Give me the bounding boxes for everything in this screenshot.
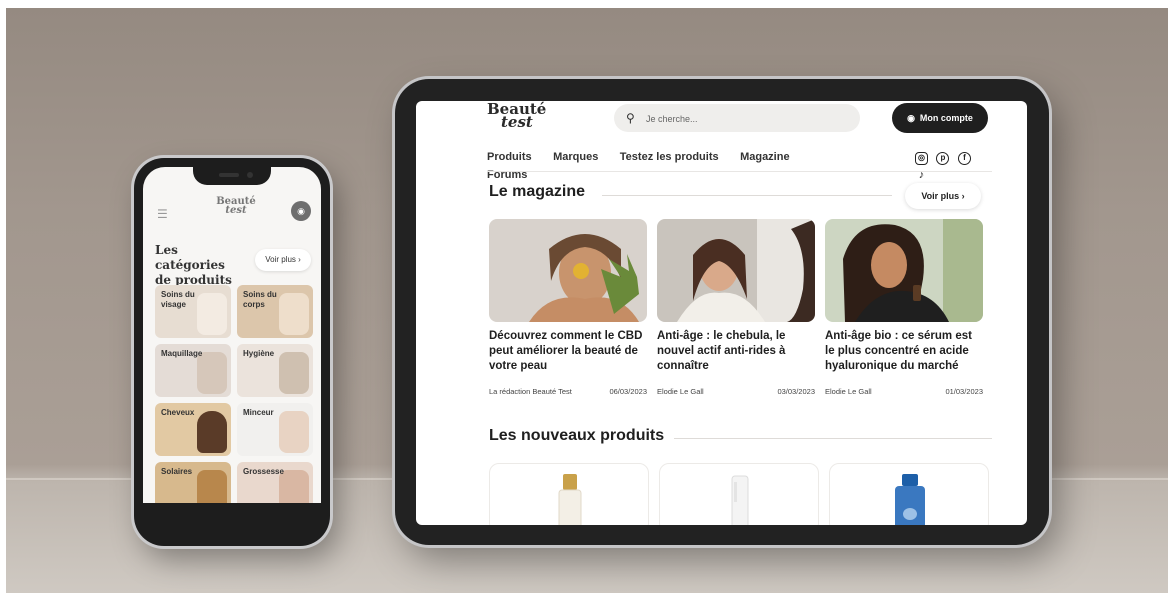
article-image [657, 219, 815, 322]
account-label: Mon compte [919, 113, 973, 123]
category-label: Cheveux [161, 408, 195, 417]
phone-logo[interactable]: Beauté test [211, 197, 261, 216]
categories-title: Les catégories de produits [155, 243, 232, 287]
article-card[interactable]: Découvrez comment le CBD peut améliorer … [489, 219, 647, 409]
product-card[interactable] [829, 463, 989, 525]
category-card-soins-corps[interactable]: Soins du corps [237, 285, 313, 338]
article-image [489, 219, 647, 322]
product-card[interactable] [489, 463, 649, 525]
article-image [825, 219, 983, 322]
category-label: Soins du visage [161, 290, 195, 309]
category-label: Soins du corps [243, 290, 277, 309]
model-image [279, 411, 309, 453]
article-date: 06/03/2023 [609, 387, 647, 396]
new-products-title: Les nouveaux produits [489, 427, 665, 444]
instagram-icon[interactable]: ◎ [915, 152, 928, 165]
social-links: ◎ p f ♪ [915, 147, 989, 181]
article-title: Anti-âge bio : ce sérum est le plus conc… [825, 330, 972, 372]
product-image [197, 352, 227, 394]
phone-notch [193, 167, 271, 185]
main-nav: Produits Marques Testez les produits Mag… [487, 147, 847, 181]
article-card[interactable]: Anti-âge bio : ce sérum est le plus conc… [825, 219, 983, 409]
voir-plus-button[interactable]: Voir plus › [905, 183, 981, 209]
magazine-title: Le magazine [489, 183, 586, 200]
category-card-hygiene[interactable]: Hygiène [237, 344, 313, 397]
divider [674, 438, 992, 439]
phone-device: ☰ Beauté test ◉ Les catégories de produi… [134, 158, 330, 546]
article-title: Anti-âge : le chebula, le nouvel actif a… [657, 330, 786, 372]
divider [602, 195, 892, 196]
category-label: Minceur [243, 408, 274, 417]
category-card-minceur[interactable]: Minceur [237, 403, 313, 456]
article-title: Découvrez comment le CBD peut améliorer … [489, 330, 643, 372]
category-card-soins-visage[interactable]: Soins du visage [155, 285, 231, 338]
model-image [197, 411, 227, 453]
article-date: 01/03/2023 [945, 387, 983, 396]
nav-item-marques[interactable]: Marques [553, 151, 598, 163]
product-image [279, 352, 309, 394]
phone-screen: ☰ Beauté test ◉ Les catégories de produi… [143, 167, 321, 503]
account-button[interactable]: ◉ Mon compte [892, 103, 988, 133]
hamburger-icon[interactable]: ☰ [157, 207, 168, 221]
product-bottle-image [895, 474, 925, 525]
user-icon[interactable]: ◉ [291, 201, 311, 221]
nav-item-testez[interactable]: Testez les produits [620, 151, 719, 163]
facebook-icon[interactable]: f [957, 152, 971, 165]
tablet-device: Beauté test ⚲ Je cherche... ◉ Mon compte P… [395, 79, 1049, 545]
article-card[interactable]: Anti-âge : le chebula, le nouvel actif a… [657, 219, 815, 409]
search-input[interactable]: ⚲ Je cherche... [614, 104, 860, 132]
category-card-maquillage[interactable]: Maquillage [155, 344, 231, 397]
tablet-screen: Beauté test ⚲ Je cherche... ◉ Mon compte P… [416, 101, 1027, 525]
category-label: Grossesse [243, 467, 284, 476]
pinterest-icon[interactable]: p [936, 152, 950, 165]
article-author: Elodie Le Gall [825, 387, 872, 396]
category-card-grossesse[interactable]: Grossesse [237, 462, 313, 503]
divider [487, 171, 992, 172]
category-card-solaires[interactable]: Solaires [155, 462, 231, 503]
product-card[interactable] [659, 463, 819, 525]
voir-plus-button[interactable]: Voir plus › [255, 249, 311, 271]
article-author: Elodie Le Gall [657, 387, 704, 396]
search-icon: ⚲ [626, 111, 635, 125]
product-image [279, 293, 309, 335]
search-placeholder: Je cherche... [646, 114, 698, 124]
category-label: Maquillage [161, 349, 203, 358]
category-label: Solaires [161, 467, 193, 476]
category-label: Hygiène [243, 349, 275, 358]
product-image [197, 470, 227, 503]
nav-item-magazine[interactable]: Magazine [740, 151, 790, 163]
article-author: La rédaction Beauté Test [489, 387, 572, 396]
product-bottle-image [731, 475, 749, 525]
logo-line2: test [225, 205, 247, 216]
site-logo[interactable]: Beauté test [487, 102, 547, 130]
product-bottle-image [558, 474, 582, 525]
article-date: 03/03/2023 [777, 387, 815, 396]
product-image [197, 293, 227, 335]
background-scene: ☰ Beauté test ◉ Les catégories de produi… [6, 8, 1168, 593]
nav-item-produits[interactable]: Produits [487, 151, 532, 163]
user-icon: ◉ [907, 113, 915, 123]
category-card-cheveux[interactable]: Cheveux [155, 403, 231, 456]
